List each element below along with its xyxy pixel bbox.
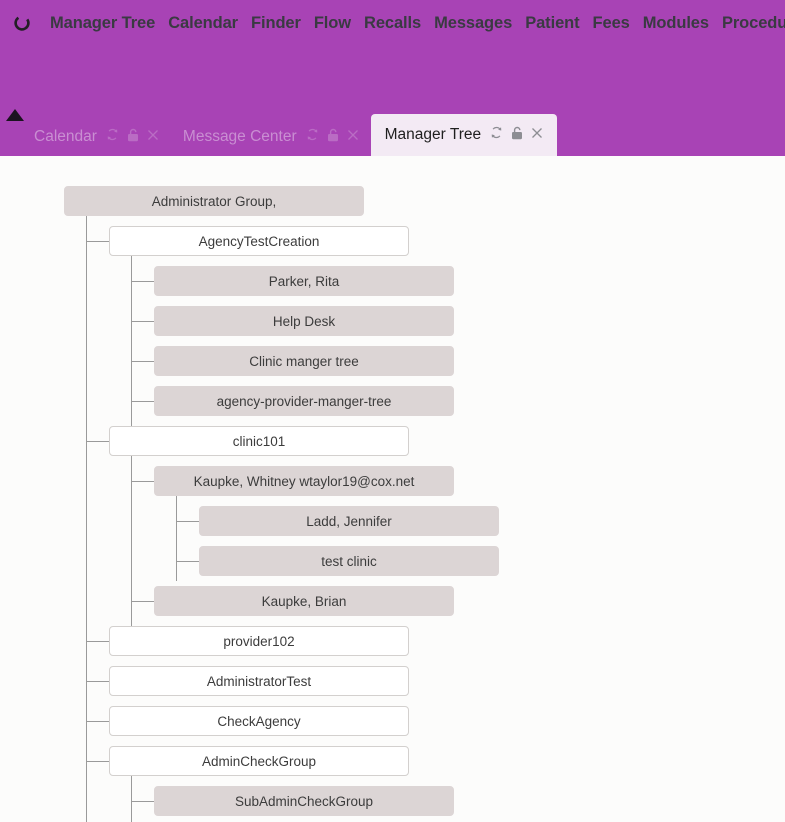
tree-connector [86,721,109,722]
menu-item-finder[interactable]: Finder [251,0,301,46]
tree-node[interactable]: Administrator Group, [64,186,364,216]
tab-icon-group [490,126,543,145]
tab-icon-group [106,128,159,147]
tab-strip: Calendar Message Center Manager Tree [0,46,785,156]
unlocked-padlock-icon[interactable] [327,128,339,147]
tab-message-center[interactable]: Message Center [171,118,371,156]
tree-node[interactable]: Ladd, Jennifer [199,506,499,536]
close-icon[interactable] [147,128,159,146]
tab-list: Calendar Message Center Manager Tree [22,110,558,156]
menu-item-messages[interactable]: Messages [434,0,512,46]
tree-connector [131,361,154,362]
tree-node[interactable]: clinic101 [109,426,409,456]
tree-node[interactable]: Kaupke, Whitney wtaylor19@cox.net [154,466,454,496]
unlocked-padlock-icon[interactable] [511,126,523,145]
refresh-icon[interactable] [306,128,319,146]
tree-node[interactable]: AdministratorTest [109,666,409,696]
tree-connector [176,496,177,581]
close-icon[interactable] [347,128,359,146]
unlocked-padlock-icon[interactable] [127,128,139,147]
tree-node[interactable]: provider102 [109,626,409,656]
refresh-icon[interactable] [106,128,119,146]
refresh-icon[interactable] [490,126,503,144]
tree-connector [86,441,109,442]
menu-item-modules[interactable]: Modules [643,0,709,46]
tree-node[interactable]: AdminCheckGroup [109,746,409,776]
tree-node[interactable]: Kaupke, Brian [154,586,454,616]
circular-ring-logo-icon[interactable] [0,0,44,46]
manager-tree-canvas: Administrator Group, AgencyTestCreation Pa… [0,156,785,822]
tab-label: Message Center [182,128,297,145]
tree-node[interactable]: Clinic manger tree [154,346,454,376]
tab-icon-group [306,128,359,147]
tree-connector [86,241,109,242]
tree-node[interactable]: CheckAgency [109,706,409,736]
tree-connector [131,401,154,402]
menu-item-manager-tree[interactable]: Manager Tree [50,0,155,46]
tab-manager-tree[interactable]: Manager Tree [370,114,558,156]
tree-connector [131,776,132,822]
tree-connector [86,216,87,822]
tree-node[interactable]: test clinic [199,546,499,576]
close-icon[interactable] [531,126,543,144]
tree-connector [176,521,199,522]
menu-item-list: Manager Tree Calendar Finder Flow Recall… [44,0,785,46]
menu-item-patient[interactable]: Patient [525,0,579,46]
tree-connector [176,561,199,562]
tree-connector [86,681,109,682]
tree-node[interactable]: AgencyTestCreation [109,226,409,256]
tree-connector [86,761,109,762]
tree-node[interactable]: Parker, Rita [154,266,454,296]
tree-node[interactable]: SubAdminCheckGroup [154,786,454,816]
menu-item-calendar[interactable]: Calendar [168,0,238,46]
tree-node[interactable]: agency-provider-manger-tree [154,386,454,416]
tab-label: Manager Tree [384,126,482,143]
menu-item-procedures[interactable]: Procedures [722,0,785,46]
menu-item-fees[interactable]: Fees [593,0,630,46]
tree-node[interactable]: Help Desk [154,306,454,336]
tree-connector [131,801,154,802]
tree-connector [131,281,154,282]
menu-item-flow[interactable]: Flow [314,0,351,46]
tree-connector [86,641,109,642]
menu-item-recalls[interactable]: Recalls [364,0,421,46]
tree-connector [131,321,154,322]
tree-connector [131,481,154,482]
tab-label: Calendar [34,128,97,145]
app-menu-bar: Manager Tree Calendar Finder Flow Recall… [0,0,785,46]
tree-connector [131,601,154,602]
tab-calendar[interactable]: Calendar [22,118,171,156]
